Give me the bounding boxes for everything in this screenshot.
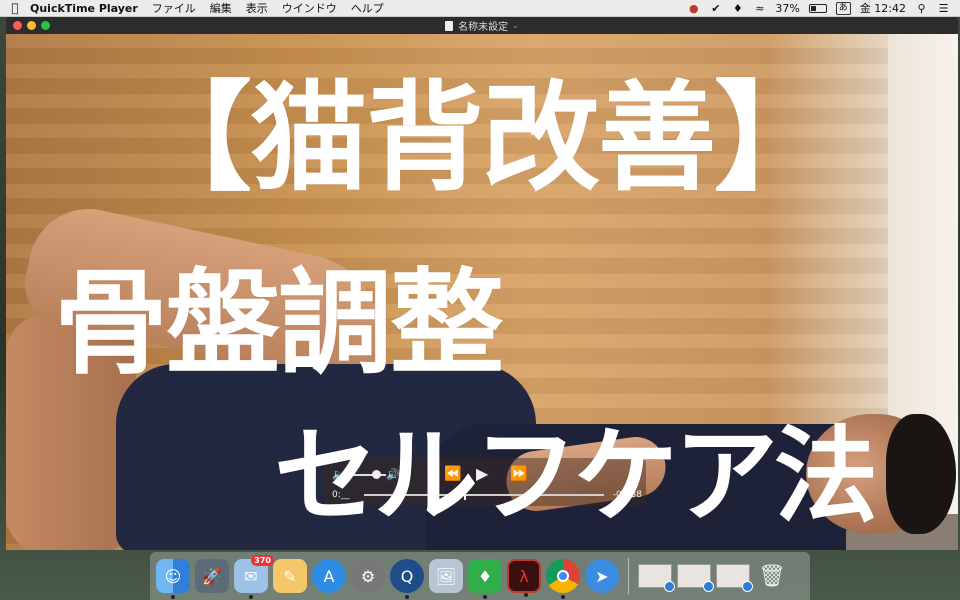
- chrome-icon[interactable]: [546, 559, 580, 599]
- system-preferences-icon[interactable]: ⚙: [351, 559, 385, 593]
- document-icon: [445, 20, 454, 31]
- evernote-icon[interactable]: ♦: [468, 559, 502, 599]
- menu-window[interactable]: ウインドウ: [282, 0, 337, 16]
- menu-bar:  QuickTime Player ファイル 編集 表示 ウインドウ ヘルプ …: [0, 0, 960, 17]
- notes-icon[interactable]: ✎: [273, 559, 307, 593]
- minimized-window-thumbnail[interactable]: [638, 564, 675, 592]
- creative-cloud-icon[interactable]: ●: [687, 2, 700, 15]
- launchpad-icon[interactable]: 🚀: [195, 559, 229, 593]
- menu-view[interactable]: 表示: [246, 0, 268, 16]
- trash-icon[interactable]: 🗑: [755, 559, 789, 593]
- minimized-window-thumbnail[interactable]: [716, 564, 753, 592]
- menu-file[interactable]: ファイル: [152, 0, 196, 16]
- minimized-window-thumbnail[interactable]: [677, 564, 714, 592]
- evernote-menu-icon[interactable]: ♦: [731, 2, 744, 15]
- fullscreen-window-button[interactable]: [41, 21, 50, 30]
- menu-edit[interactable]: 編集: [210, 0, 232, 16]
- chevron-down-icon[interactable]: ⌄: [512, 21, 519, 30]
- spotlight-search-icon[interactable]: ⚲: [915, 2, 928, 15]
- close-window-button[interactable]: [13, 21, 22, 30]
- window-titlebar[interactable]: 名称未設定 ⌄: [6, 17, 958, 34]
- battery-percent: 37%: [775, 1, 800, 15]
- app-store-icon[interactable]: A: [312, 559, 346, 593]
- wifi-icon[interactable]: ≈: [753, 2, 766, 15]
- minimize-window-button[interactable]: [27, 21, 36, 30]
- quicktime-icon[interactable]: Q: [390, 559, 424, 599]
- input-method-indicator[interactable]: あ: [835, 1, 851, 15]
- preview-icon[interactable]: 🖼: [429, 559, 463, 593]
- battery-icon[interactable]: [808, 3, 827, 13]
- video-caption-title: 【猫背改善】: [134, 69, 832, 207]
- mail-icon[interactable]: ✉ 370: [234, 555, 274, 599]
- app-menu[interactable]: QuickTime Player: [30, 2, 138, 15]
- mail-badge: 370: [251, 555, 274, 566]
- finder-icon[interactable]: ☺: [156, 559, 190, 599]
- status-check-icon[interactable]: ✔: [709, 2, 722, 15]
- menu-help[interactable]: ヘルプ: [351, 0, 384, 16]
- quicktime-window: 名称未設定 ⌄ 【猫背改善】 骨盤調整 🔈 🔊 ⏪ ▶ ⏩ ⇪ 0:__ -03…: [6, 17, 958, 550]
- video-caption-subtitle: 骨盤調整: [54, 257, 504, 390]
- safari-icon[interactable]: ➤: [585, 559, 619, 593]
- dock: ☺ 🚀 ✉ 370 ✎ A ⚙ Q 🖼 ♦ λ ➤ 🗑: [150, 552, 810, 600]
- video-caption-method: セルフケア法: [274, 415, 878, 537]
- acrobat-icon[interactable]: λ: [507, 559, 541, 597]
- notification-center-icon[interactable]: ☰: [937, 2, 950, 15]
- window-title[interactable]: 名称未設定: [458, 18, 508, 33]
- apple-menu-icon[interactable]: : [0, 1, 30, 15]
- video-frame[interactable]: 【猫背改善】 骨盤調整 🔈 🔊 ⏪ ▶ ⏩ ⇪ 0:__ -03:38 セルフケ…: [6, 34, 958, 550]
- clock[interactable]: 金 12:42: [860, 0, 906, 16]
